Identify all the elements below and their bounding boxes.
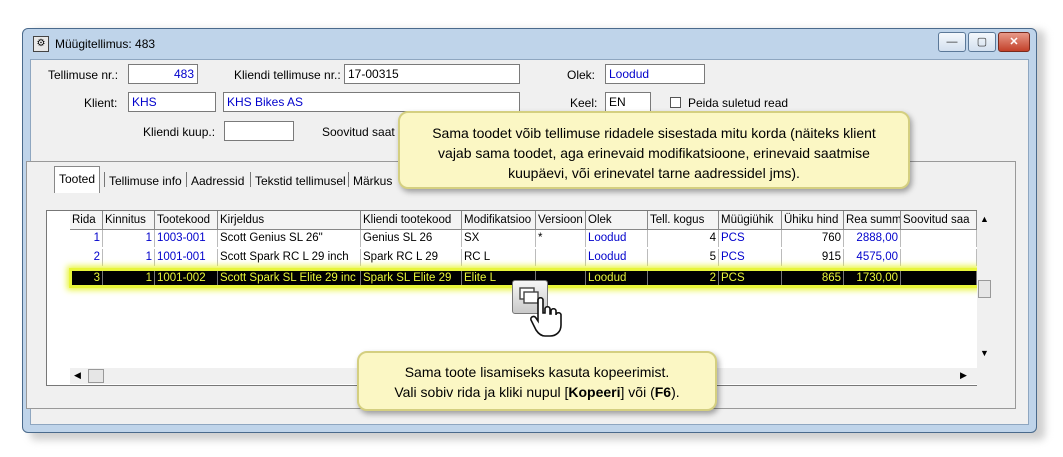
callout-top: Sama toodet võib tellimuse ridadele sise…	[398, 111, 910, 189]
horizontal-scroll-thumb[interactable]	[88, 369, 104, 383]
tab-addresses[interactable]: Aadressid	[191, 170, 244, 192]
callout-bottom-mid: ] või (	[620, 384, 655, 400]
window-app-icon: ⚙	[33, 36, 49, 52]
table-cell[interactable]: 2	[70, 249, 103, 266]
callout-f6-keyword: F6	[654, 384, 672, 400]
selected-row-cell[interactable]: Scott Spark SL Elite 29 inc	[218, 271, 361, 285]
client-code-field[interactable]: KHS	[128, 92, 216, 112]
hide-closed-label: Peida suletud read	[688, 96, 789, 110]
tab-separator	[250, 172, 251, 187]
table-cell[interactable]: 5	[648, 249, 719, 266]
callout-bottom-line2: Vali sobiv rida ja kliki nupul [Kopeeri]…	[369, 382, 705, 402]
column-header[interactable]: Tell. kogus	[648, 211, 719, 230]
title-bar[interactable]: ⚙ Müügitellimus: 483 — ▢ ✕	[23, 29, 1036, 59]
scroll-up-arrow-icon[interactable]: ▲	[980, 214, 989, 224]
table-cell[interactable]: Spark RC L 29	[361, 249, 462, 266]
callout-bottom: Sama toote lisamiseks kasuta kopeerimist…	[357, 351, 717, 411]
selected-row-cell[interactable]	[901, 271, 977, 285]
hand-cursor-icon	[530, 296, 562, 337]
client-name-field[interactable]: KHS Bikes AS	[223, 92, 520, 112]
callout-bottom-pre: Vali sobiv rida ja kliki nupul [	[394, 384, 569, 400]
column-header[interactable]: Rea summ	[844, 211, 901, 230]
client-order-no-label: Kliendi tellimuse nr.:	[234, 68, 341, 82]
table-cell[interactable]: PCS	[719, 230, 782, 247]
vertical-scrollbar[interactable]: ▲ ▼	[977, 210, 992, 386]
table-cell[interactable]: *	[536, 230, 586, 247]
scroll-right-arrow-icon[interactable]: ▶	[960, 370, 967, 381]
window-title: Müügitellimus: 483	[55, 37, 156, 51]
table-cell[interactable]	[901, 230, 977, 247]
column-header[interactable]: Soovitud saa	[901, 211, 977, 230]
column-header[interactable]: Kinnitus	[103, 211, 155, 230]
scroll-left-arrow-icon[interactable]: ◀	[74, 370, 81, 381]
table-cell[interactable]: 1	[70, 230, 103, 247]
selected-row-cell[interactable]: PCS	[719, 271, 782, 285]
table-cell[interactable]: RC L	[462, 249, 536, 266]
selected-row-cell[interactable]: 1001-002	[155, 271, 218, 285]
column-header[interactable]: Müügiühik	[719, 211, 782, 230]
table-cell[interactable]: 1003-001	[155, 230, 218, 247]
tab-order-info[interactable]: Tellimuse info	[109, 170, 182, 192]
close-button[interactable]: ✕	[998, 32, 1030, 52]
selected-row-cell[interactable]: 1	[103, 271, 155, 285]
selected-row-cell[interactable]: 1730,00	[844, 271, 901, 285]
selected-row-cell[interactable]: 2	[648, 271, 719, 285]
table-cell[interactable]: 2888,00	[844, 230, 901, 247]
scroll-down-arrow-icon[interactable]: ▼	[980, 348, 989, 358]
status-field[interactable]: Loodud	[605, 64, 705, 84]
vertical-scroll-thumb[interactable]	[978, 280, 991, 298]
column-header[interactable]: Modifikatsioo	[462, 211, 536, 230]
selected-row-cell[interactable]: 865	[782, 271, 844, 285]
table-cell[interactable]: Genius SL 26	[361, 230, 462, 247]
column-header[interactable]: Kliendi tootekood	[361, 211, 462, 230]
column-header[interactable]: Tootekood	[155, 211, 218, 230]
selected-row-cell[interactable]: Loodud	[586, 271, 648, 285]
hide-closed-checkbox[interactable]	[670, 97, 681, 108]
table-cell[interactable]: 1	[103, 230, 155, 247]
client-order-no-field[interactable]: 17-00315	[344, 64, 520, 84]
table-cell[interactable]	[536, 249, 586, 266]
table-cell[interactable]: 760	[782, 230, 844, 247]
table-cell[interactable]: 1	[103, 249, 155, 266]
table-cell[interactable]: Loodud	[586, 230, 648, 247]
table-cell[interactable]: Scott Genius SL 26"	[218, 230, 361, 247]
table-cell[interactable]	[901, 249, 977, 266]
column-header[interactable]: Ühiku hind	[782, 211, 844, 230]
client-date-label: Kliendi kuup.:	[143, 125, 216, 139]
table-cell[interactable]: PCS	[719, 249, 782, 266]
tab-separator	[186, 172, 187, 187]
order-no-field[interactable]: 483	[128, 64, 198, 84]
tab-separator	[348, 172, 349, 187]
desired-ship-label: Soovitud saat	[322, 125, 395, 139]
column-header[interactable]: Kirjeldus	[218, 211, 361, 230]
language-label: Keel:	[570, 96, 598, 110]
client-label: Klient:	[84, 96, 118, 110]
order-no-label: Tellimuse nr.:	[48, 68, 119, 82]
selected-row-cell[interactable]: 3	[70, 271, 103, 285]
table-cell[interactable]: 4	[648, 230, 719, 247]
column-header[interactable]: Rida	[70, 211, 103, 230]
table-cell[interactable]: 1001-001	[155, 249, 218, 266]
language-field[interactable]: EN	[605, 92, 651, 112]
table-cell[interactable]: SX	[462, 230, 536, 247]
tab-notes[interactable]: Märkus	[353, 170, 392, 192]
status-label: Olek:	[567, 68, 596, 82]
table-cell[interactable]: 915	[782, 249, 844, 266]
column-header[interactable]: Versioon	[536, 211, 586, 230]
restore-button[interactable]: ▢	[968, 32, 996, 52]
tab-order-texts[interactable]: Tekstid tellimusel	[255, 170, 346, 192]
selected-row-cell[interactable]: Spark SL Elite 29	[361, 271, 462, 285]
callout-top-text: Sama toodet võib tellimuse ridadele sise…	[432, 125, 876, 181]
callout-copy-keyword: Kopeeri	[568, 384, 621, 400]
column-header[interactable]: Olek	[586, 211, 648, 230]
minimize-button[interactable]: —	[938, 32, 966, 52]
callout-bottom-line1: Sama toote lisamiseks kasuta kopeerimist…	[404, 364, 670, 380]
client-date-field[interactable]	[224, 121, 294, 141]
table-cell[interactable]: Loodud	[586, 249, 648, 266]
tab-products[interactable]: Tooted	[54, 166, 101, 193]
tab-separator	[104, 172, 105, 187]
table-cell[interactable]: 4575,00	[844, 249, 901, 266]
callout-bottom-post: ).	[671, 384, 680, 400]
table-cell[interactable]: Scott Spark RC L 29 inch	[218, 249, 361, 266]
